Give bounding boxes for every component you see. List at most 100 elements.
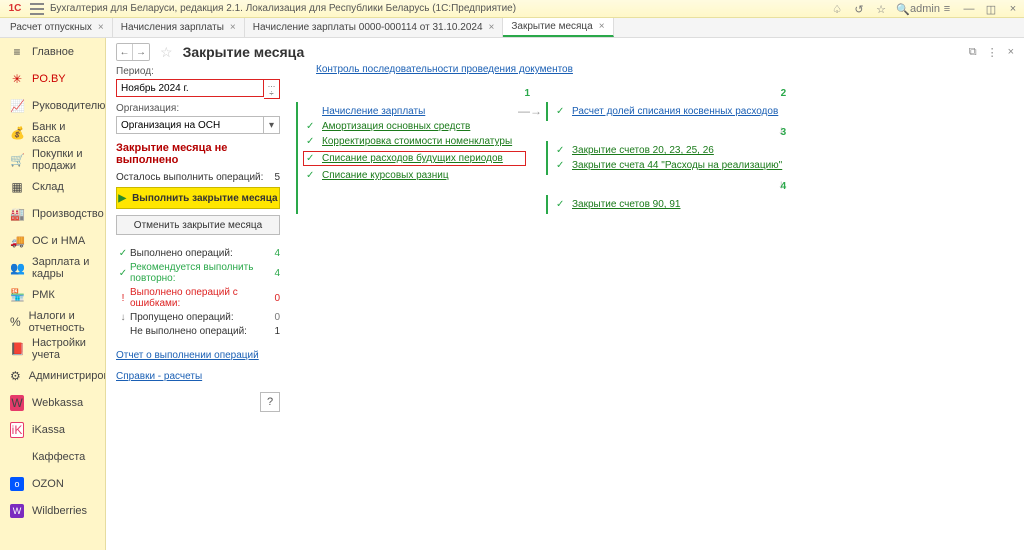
help-button[interactable]: ? [260,392,280,412]
sidebar-item[interactable]: oOZON [0,470,105,497]
sidebar-label: Производство [32,208,104,220]
tab-close-icon[interactable]: × [599,21,605,32]
tab-label: Расчет отпускных [10,22,92,33]
stat-mark-icon: ✓ [116,268,130,279]
operation-row: Начисление зарплаты [306,106,526,117]
operation-link[interactable]: Закрытие счетов 90, 91 [572,199,680,210]
sidebar-item[interactable]: ⚙ Администрирование [0,362,105,389]
operation-link[interactable]: Расчет долей списания косвенных расходов [572,106,778,117]
sidebar-icon: 👥 [10,261,24,275]
sidebar-item[interactable]: WWebkassa [0,389,105,416]
sidebar-item[interactable]: 💰 Банк и касса [0,119,105,146]
stat-label: Рекомендуется выполнить повторно: [130,262,266,284]
remain-label: Осталось выполнить операций: [116,172,263,183]
stage-1: 1 Начисление зарплаты✓Амортизация основн… [296,102,526,214]
stat-label: Не выполнено операций: [130,326,266,337]
stat-row: ✓Выполнено операций:4 [116,248,280,259]
close-page-icon[interactable]: × [1008,46,1014,59]
period-spinner[interactable]: … ÷ [264,79,280,99]
sidebar-icon: % [10,315,21,329]
cancel-close-button[interactable]: Отменить закрытие месяца [116,215,280,235]
operation-link[interactable]: Корректировка стоимости номенклатуры [322,136,512,147]
more-icon[interactable]: ⋮ [987,46,998,59]
sidebar-icon: ✳ [10,72,24,86]
tab-close-icon[interactable]: × [98,22,104,33]
org-dropdown-button[interactable]: ▾ [264,116,280,134]
operation-link[interactable]: Закрытие счетов 20, 23, 25, 26 [572,145,714,156]
sidebar-item[interactable]: Каффеста [0,443,105,470]
period-down-icon[interactable]: ÷ [264,89,279,98]
stage-4: 4 ✓Закрытие счетов 90, 91 [546,195,782,214]
open-external-icon[interactable]: ⧉ [969,46,977,59]
operation-link[interactable]: Списание расходов будущих периодов [322,153,503,164]
operation-link[interactable]: Амортизация основных средств [322,121,470,132]
sidebar-item[interactable]: iKiKassa [0,416,105,443]
sidebar-item[interactable]: 🚚 ОС и НМА [0,227,105,254]
tab-close-icon[interactable]: × [230,22,236,33]
main-header: ← → ☆ Закрытие месяца ⧉ ⋮ × [106,38,1024,62]
tab[interactable]: Закрытие месяца× [503,18,613,37]
sidebar-item[interactable]: 📕Настройки учета [0,335,105,362]
bell-icon[interactable]: ♤ [830,2,844,16]
period-input[interactable] [116,79,264,97]
nav-back-button[interactable]: ← [117,44,133,60]
app-logo: 1C [6,2,24,16]
sidebar-label: Wildberries [32,505,87,517]
sidebar-icon: ⚙ [10,369,21,383]
sidebar-label: OZON [32,478,64,490]
favorite-icon[interactable]: ☆ [160,44,173,61]
operation-row: ✓Закрытие счетов 20, 23, 25, 26 [556,145,782,156]
sidebar-item[interactable]: 🏭Производство [0,200,105,227]
stat-mark-icon: ✓ [116,248,130,259]
sidebar-icon: 📕 [10,342,24,356]
sidebar-item[interactable]: 🏪РМК [0,281,105,308]
tab[interactable]: Расчет отпускных × [2,18,113,37]
search-icon[interactable]: 🔍 [896,2,910,16]
star-icon[interactable]: ☆ [874,2,888,16]
sidebar-item[interactable]: ✳PO.BY [0,65,105,92]
check-icon: ✓ [306,136,316,147]
sidebar-label: Банк и касса [32,121,95,145]
sidebar-item[interactable]: WWildberries [0,497,105,524]
stage-3-number: 3 [781,127,787,138]
sidebar-icon: 💰 [10,126,24,140]
stat-row: ↓Пропущено операций:0 [116,312,280,323]
sidebar-label: Склад [32,181,64,193]
menu-icon[interactable] [30,3,44,15]
settings-icon[interactable]: ≡ [940,2,954,16]
tab[interactable]: Начисление зарплаты 0000-000114 от 31.10… [245,18,504,37]
restore-icon[interactable]: ◫ [984,2,998,16]
operation-link[interactable]: Списание курсовых разниц [322,170,449,181]
tab[interactable]: Начисления зарплаты× [113,18,245,37]
operation-link[interactable]: Закрытие счета 44 "Расходы на реализацию… [572,160,782,171]
period-up-icon[interactable]: … [264,80,279,89]
org-input[interactable] [116,116,264,134]
operation-link[interactable]: Начисление зарплаты [322,106,425,117]
history-icon[interactable]: ↺ [852,2,866,16]
titlebar-right: ♤ ↺ ☆ 🔍 admin ≡ — ◫ × [830,0,1020,18]
main-area: ← → ☆ Закрытие месяца ⧉ ⋮ × Период: … ÷ [106,38,1024,550]
report-link[interactable]: Отчет о выполнении операций [116,350,259,361]
operation-row: ✓Списание расходов будущих периодов [303,151,526,166]
sidebar-item[interactable]: %Налоги и отчетность [0,308,105,335]
operation-row: ✓Закрытие счетов 90, 91 [556,199,782,210]
nav-forward-button[interactable]: → [133,44,149,60]
sidebar-item[interactable]: ▦Склад [0,173,105,200]
close-icon[interactable]: × [1006,2,1020,16]
sidebar-item[interactable]: 📈Руководителю [0,92,105,119]
sidebar-icon: 🚚 [10,234,24,248]
sidebar-label: Администрирование [29,370,106,382]
sidebar-item[interactable]: 🛒Покупки и продажи [0,146,105,173]
sidebar-item[interactable]: 👥Зарплата и кадры [0,254,105,281]
sidebar-item[interactable]: ≡Главное [0,38,105,65]
calc-link[interactable]: Справки - расчеты [116,371,202,382]
check-icon: ✓ [306,121,316,132]
sidebar-label: Каффеста [32,451,85,463]
stat-value: 0 [266,312,280,323]
control-sequence-link[interactable]: Контроль последовательности проведения д… [316,64,573,75]
run-close-button[interactable]: ▶ Выполнить закрытие месяца [116,187,280,209]
user-label[interactable]: admin [918,2,932,16]
tab-close-icon[interactable]: × [489,22,495,33]
sidebar-label: ОС и НМА [32,235,85,247]
minimize-icon[interactable]: — [962,2,976,16]
